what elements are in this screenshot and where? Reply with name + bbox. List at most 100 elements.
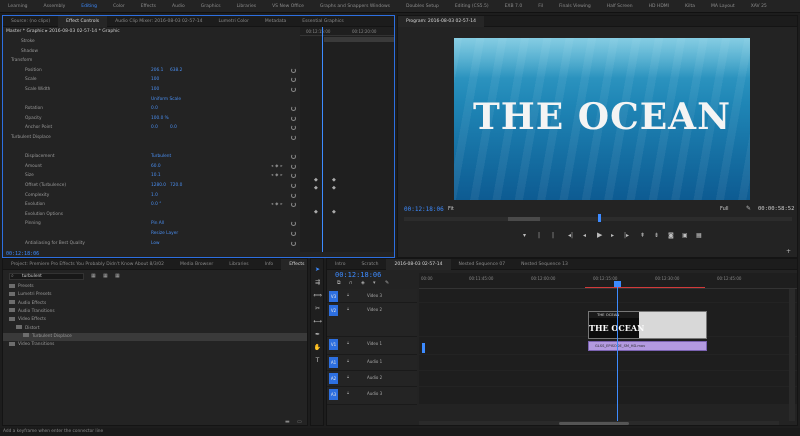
workspace-tab[interactable]: Editing (CS5.5) [447,0,497,13]
pen-tool-icon[interactable]: ✒ [313,330,322,339]
effect-row[interactable]: Shadow [3,48,299,56]
mark-out-icon[interactable]: | [538,232,540,239]
effect-row-value-2[interactable]: 638.2 [170,67,182,75]
effect-row-value[interactable]: Low [151,240,159,248]
effect-row[interactable]: Complexity 1.0 [3,192,299,200]
title-clip[interactable]: THE OCEAN THE OCEAN [588,311,707,339]
effect-row[interactable] [3,144,299,152]
effect-row[interactable]: Evolution 0.0 ° ◂◆▸ [3,201,299,209]
track-header[interactable]: V3 🔒︎ Video 3 [327,289,417,303]
track-header[interactable]: A3 🔒︎ Audio 3 [327,387,417,405]
lock-icon[interactable]: 🔒︎ [347,390,349,395]
lock-icon[interactable]: 🔒︎ [347,306,349,311]
fit-dropdown[interactable]: Fit [448,206,454,212]
effect-timeline[interactable]: 00:12:15:00 00:12:20:00 ◆ ◆ ◆ ◆ ◆ ◆ [300,27,394,252]
playhead-handle[interactable] [614,281,621,287]
timeline-tab[interactable]: Intro [327,259,353,270]
nest-icon[interactable]: ⧉ [337,280,341,286]
effect-row[interactable]: Opacity 100.0 % [3,115,299,123]
reset-icon[interactable] [291,173,296,179]
effect-row-value[interactable]: Pin All [151,220,164,228]
ripple-edit-tool-icon[interactable]: ⟺ [313,291,322,300]
timeline-timecode[interactable]: 00:12:18:06 [335,271,381,279]
keyframe-icon[interactable]: ◆ [332,209,336,215]
project-panel-tab[interactable]: Media Browser [172,259,221,270]
reset-icon[interactable] [291,192,296,198]
track-target[interactable]: V2 [329,305,338,316]
reset-icon[interactable] [291,87,296,92]
workspace-tab[interactable]: Color [105,0,133,13]
effect-row-value[interactable]: Turbulent [151,153,171,161]
multicam-icon[interactable]: ▦ [696,232,702,239]
workspace-tab[interactable]: Assembly [36,0,74,13]
effect-row[interactable]: Uniform Scale [3,96,299,104]
video-clip[interactable]: GLSS_EPISODE_SM_HD.mov [588,341,707,351]
effect-row[interactable]: Rotation 0.0 [3,105,299,113]
lock-icon[interactable]: 🔒︎ [347,292,349,297]
keyframe-icon[interactable]: ◆ [314,185,318,191]
track-target[interactable]: A2 [329,373,338,384]
linked-selection-icon[interactable]: ◈ [361,280,365,286]
workspace-tab[interactable]: Audio [164,0,193,13]
track-header[interactable]: V2 🔒︎ Video 2 [327,303,417,337]
horizontal-scrollbar[interactable] [419,421,779,425]
export-frame-icon[interactable]: ▣ [682,232,688,239]
effect-row-value-2[interactable]: 0.0 [170,124,177,132]
effect-row-value-2[interactable]: 720.0 [170,182,182,190]
effect-row-value[interactable]: 206.1 [151,67,163,75]
workspace-tab[interactable]: XAV 25 [743,0,775,13]
effect-row-value[interactable]: 100 [151,86,159,94]
project-panel-tab[interactable]: Libraries [221,259,256,270]
effect-row[interactable]: Anchor Point 0.0 0.0 [3,124,299,132]
reset-icon[interactable] [291,67,296,73]
program-timecode[interactable]: 00:12:18:06 [404,206,444,213]
effect-panel-tab[interactable]: Source: (no clips) [3,16,58,27]
effect-row[interactable]: Pinning Pin All [3,220,299,228]
effect-row-value[interactable]: 100.0 % [151,115,169,123]
effect-row[interactable]: Turbulent Displace [3,134,299,142]
effect-row[interactable]: Offset (Turbulence) 1280.0 720.0 [3,182,299,190]
reset-icon[interactable] [291,183,296,188]
quality-dropdown[interactable]: Full [720,206,729,212]
step-forward-icon[interactable]: ▸ [611,232,614,239]
mark-in-icon[interactable]: ▾ [523,232,526,239]
go-to-in-icon[interactable]: | [552,232,554,239]
timeline-tab[interactable]: 2016-08-03 02-57-14 [386,259,451,270]
effect-row[interactable]: Stroke [3,38,299,46]
delete-icon[interactable]: ▭ [297,419,302,425]
project-panel-tab[interactable]: Effects [281,259,307,270]
effect-row[interactable]: Transform [3,57,299,65]
reset-icon[interactable] [291,77,296,83]
selection-tool-icon[interactable]: ➤ [313,265,322,274]
timeline-settings-icon[interactable]: ✎ [385,280,389,286]
effects-tree-item[interactable]: Lumetri Presets [3,291,307,299]
keyframe-nav-icon[interactable]: ◂◆▸ [271,201,285,209]
reset-icon[interactable] [291,202,296,208]
effect-row[interactable]: Size 10.1 ◂◆▸ [3,172,299,180]
scrub-playhead[interactable] [598,214,601,222]
track-header[interactable]: V1 🔒︎ Video 1 [327,337,417,355]
hand-tool-icon[interactable]: ✋ [313,343,322,352]
keyframe-icon[interactable]: ◆ [332,177,336,183]
effect-row[interactable]: Antialiasing for Best Quality Low [3,240,299,248]
add-button-icon[interactable]: + [786,248,791,255]
keyframe-icon[interactable]: ◆ [314,209,318,215]
scrollbar-thumb[interactable] [559,422,629,425]
reset-icon[interactable] [291,240,296,246]
reset-icon[interactable] [291,125,296,131]
effect-row-value[interactable]: 0.0 ° [151,201,161,209]
track-target[interactable]: A1 [329,357,338,368]
razor-tool-icon[interactable]: ✂ [313,304,322,313]
lift-icon[interactable]: ⇞ [640,232,645,239]
effect-timecode[interactable]: 00:12:18:06 [6,251,39,257]
wrench-icon[interactable]: ✎ [746,205,751,212]
effect-row-value[interactable]: 100 [151,76,159,84]
track-lane[interactable] [419,387,797,404]
effects-tree-item[interactable]: Distort [3,325,307,333]
camera-icon[interactable]: ◙ [668,232,674,239]
tab-program[interactable]: Program: 2016-08-03 02-57-14 [398,16,484,27]
workspace-tab[interactable]: Graphics [193,0,229,13]
workspace-tab[interactable]: Fil [530,0,551,13]
project-panel-tab[interactable]: Project: Premiere Pro Effects You Probab… [3,259,172,270]
track-header[interactable]: A2 🔒︎ Audio 2 [327,371,417,387]
